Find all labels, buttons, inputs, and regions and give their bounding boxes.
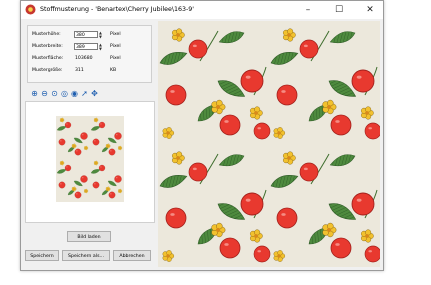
area-unit: Pixel <box>110 56 121 61</box>
width-label: Musterbreite: <box>32 44 63 49</box>
cherry <box>165 84 187 106</box>
cherry <box>364 122 380 140</box>
pattern-preview-image <box>56 116 124 202</box>
cherry <box>58 181 66 189</box>
app-icon <box>25 4 36 15</box>
pan-icon[interactable]: ✥ <box>90 88 99 98</box>
load-image-button[interactable]: Bild laden <box>67 231 111 242</box>
cherry <box>64 121 72 129</box>
close-button[interactable]: ✕ <box>359 1 381 19</box>
cherry <box>98 164 106 172</box>
width-unit: Pixel <box>110 44 121 49</box>
cherry <box>219 237 241 259</box>
cherry <box>74 148 82 156</box>
cherry <box>92 181 100 189</box>
size-row: Mustergröße: 311 KB <box>32 66 150 75</box>
cherry <box>299 162 319 182</box>
settings-panel: Musterhöhe: 380 ▲ ▼ Pixel Musterbreite: 3… <box>21 19 157 270</box>
height-row: Musterhöhe: 380 ▲ ▼ Pixel <box>32 30 150 39</box>
width-row: Musterbreite: 389 ▲ ▼ Pixel <box>32 42 150 51</box>
cherry <box>276 84 298 106</box>
cherry <box>351 192 375 216</box>
area-label: Musterfläche: <box>32 56 64 61</box>
zoom-toolbar: ⊕ ⊖ ⊙ ◎ ◉ ➚ ✥ <box>30 88 99 98</box>
window-title: Stoffmusterung - 'Benartex\Cherry Jubile… <box>40 6 194 13</box>
cherry <box>351 69 375 93</box>
cherry <box>108 191 116 199</box>
maximize-button[interactable]: ☐ <box>328 1 350 19</box>
cherry <box>114 132 122 140</box>
height-spinner[interactable]: ▲ ▼ <box>99 31 105 38</box>
cherry <box>98 121 106 129</box>
title-bar: Stoffmusterung - 'Benartex\Cherry Jubile… <box>21 1 383 19</box>
cherry <box>80 175 88 183</box>
fabric-pattern-canvas <box>158 21 380 267</box>
zoom-window-icon[interactable]: ◉ <box>70 88 79 98</box>
cherry <box>253 245 271 263</box>
cherry <box>188 39 208 59</box>
zoom-fit-icon[interactable]: ⊙ <box>50 88 59 98</box>
pointer-icon[interactable]: ➚ <box>80 88 89 98</box>
cherry <box>240 69 264 93</box>
cherry <box>108 148 116 156</box>
cherry <box>58 138 66 146</box>
cherry <box>240 192 264 216</box>
minimize-button[interactable]: – <box>297 1 319 19</box>
size-value: 311 <box>75 68 84 73</box>
area-value: 103680 <box>75 56 93 61</box>
save-button[interactable]: Speichern <box>25 250 59 261</box>
cherry <box>253 122 271 140</box>
cherry <box>165 207 187 229</box>
cherry <box>80 132 88 140</box>
height-unit: Pixel <box>110 32 121 37</box>
height-label: Musterhöhe: <box>32 32 61 37</box>
zoom-actual-icon[interactable]: ◎ <box>60 88 69 98</box>
zoom-in-icon[interactable]: ⊕ <box>30 88 39 98</box>
cancel-button[interactable]: Abbrechen <box>113 250 151 261</box>
cherry <box>92 138 100 146</box>
cherry <box>74 191 82 199</box>
cherry-pattern-image <box>158 21 380 267</box>
save-as-button[interactable]: Speichern als... <box>62 250 110 261</box>
width-spinner[interactable]: ▲ ▼ <box>99 43 105 50</box>
cherry <box>330 237 352 259</box>
width-input[interactable]: 389 <box>74 43 98 50</box>
cherry <box>299 39 319 59</box>
cherry <box>64 164 72 172</box>
height-input[interactable]: 380 <box>74 31 98 38</box>
cherry <box>330 114 352 136</box>
zoom-out-icon[interactable]: ⊖ <box>40 88 49 98</box>
size-label: Mustergröße: <box>32 68 63 73</box>
cherry <box>364 245 380 263</box>
preview-area <box>25 101 155 223</box>
size-unit: KB <box>110 68 117 73</box>
area-row: Musterfläche: 103680 Pixel <box>32 54 150 63</box>
pattern-info-group: Musterhöhe: 380 ▲ ▼ Pixel Musterbreite: 3… <box>27 25 152 83</box>
cherry <box>188 162 208 182</box>
cherry <box>276 207 298 229</box>
fabric-pattern-window: Stoffmusterung - 'Benartex\Cherry Jubile… <box>20 0 384 271</box>
cherry <box>114 175 122 183</box>
cherry <box>219 114 241 136</box>
